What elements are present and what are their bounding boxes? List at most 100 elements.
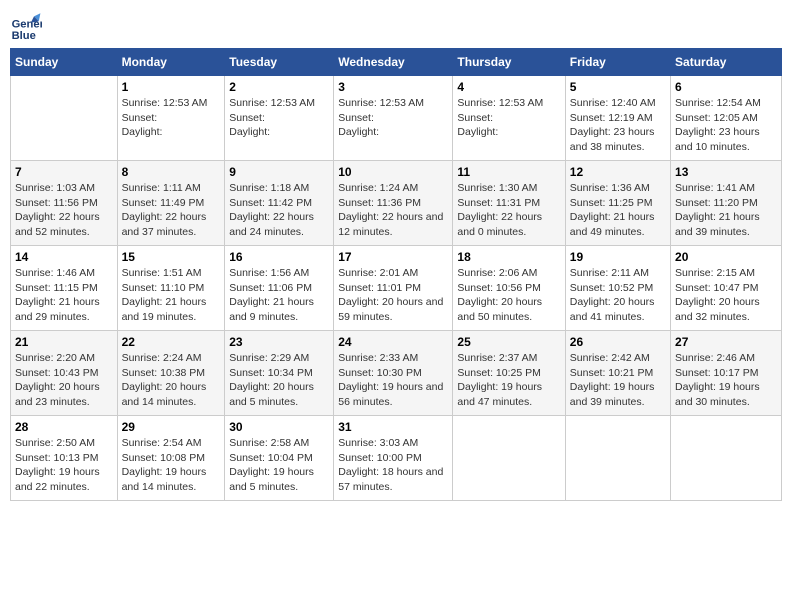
day-number: 19 [570, 250, 666, 264]
day-header-tuesday: Tuesday [225, 49, 334, 76]
day-info: Sunrise: 12:53 AM Sunset: Daylight: [229, 96, 329, 140]
day-info: Sunrise: 12:40 AM Sunset: 12:19 AM Dayli… [570, 96, 666, 155]
day-number: 12 [570, 165, 666, 179]
day-number: 20 [675, 250, 777, 264]
day-info: Sunrise: 2:29 AM Sunset: 10:34 PM Daylig… [229, 351, 329, 410]
days-header-row: SundayMondayTuesdayWednesdayThursdayFrid… [11, 49, 782, 76]
calendar-table: SundayMondayTuesdayWednesdayThursdayFrid… [10, 48, 782, 501]
day-info: Sunrise: 12:53 AM Sunset: Daylight: [122, 96, 221, 140]
day-info: Sunrise: 2:46 AM Sunset: 10:17 PM Daylig… [675, 351, 777, 410]
day-cell: 7Sunrise: 1:03 AM Sunset: 11:56 PM Dayli… [11, 161, 118, 246]
day-info: Sunrise: 1:03 AM Sunset: 11:56 PM Daylig… [15, 181, 113, 240]
day-info: Sunrise: 1:18 AM Sunset: 11:42 PM Daylig… [229, 181, 329, 240]
day-info: Sunrise: 1:51 AM Sunset: 11:10 PM Daylig… [122, 266, 221, 325]
day-cell: 24Sunrise: 2:33 AM Sunset: 10:30 PM Dayl… [334, 331, 453, 416]
day-cell: 6 Sunrise: 12:54 AM Sunset: 12:05 AM Dayl… [671, 76, 782, 161]
day-info: Sunrise: 12:53 AM Sunset: Daylight: [457, 96, 560, 140]
day-cell: 1 Sunrise: 12:53 AM Sunset: Daylight: [117, 76, 225, 161]
day-number: 22 [122, 335, 221, 349]
day-cell: 4 Sunrise: 12:53 AM Sunset: Daylight: [453, 76, 565, 161]
svg-text:Blue: Blue [12, 30, 36, 42]
page-header: General Blue [10, 10, 782, 42]
logo: General Blue [10, 10, 46, 42]
day-cell: 15 Sunrise: 1:51 AM Sunset: 11:10 PM Dayl… [117, 246, 225, 331]
day-info: Sunrise: 1:11 AM Sunset: 11:49 PM Daylig… [122, 181, 221, 240]
day-cell: 10 Sunrise: 1:24 AM Sunset: 11:36 PM Dayl… [334, 161, 453, 246]
day-info: Sunrise: 2:20 AM Sunset: 10:43 PM Daylig… [15, 351, 113, 410]
day-info: Sunrise: 1:56 AM Sunset: 11:06 PM Daylig… [229, 266, 329, 325]
day-cell: 2Sunrise: 12:53 AM Sunset: Daylight: [225, 76, 334, 161]
day-number: 9 [229, 165, 329, 179]
day-number: 4 [457, 80, 560, 94]
day-number: 13 [675, 165, 777, 179]
day-number: 8 [122, 165, 221, 179]
day-cell: 8 Sunrise: 1:11 AM Sunset: 11:49 PM Dayli… [117, 161, 225, 246]
week-row-4: 21 Sunrise: 2:20 AM Sunset: 10:43 PM Dayl… [11, 331, 782, 416]
day-cell: 29 Sunrise: 2:54 AM Sunset: 10:08 PM Dayl… [117, 416, 225, 501]
day-info: Sunrise: 2:24 AM Sunset: 10:38 PM Daylig… [122, 351, 221, 410]
day-info: Sunrise: 2:50 AM Sunset: 10:13 PM Daylig… [15, 436, 113, 495]
day-number: 10 [338, 165, 448, 179]
week-row-1: 1 Sunrise: 12:53 AM Sunset: Daylight: 2Su… [11, 76, 782, 161]
day-cell: 12Sunrise: 1:36 AM Sunset: 11:25 PM Dayl… [565, 161, 670, 246]
day-number: 30 [229, 420, 329, 434]
day-cell [11, 76, 118, 161]
day-cell: 16 Sunrise: 1:56 AM Sunset: 11:06 PM Dayl… [225, 246, 334, 331]
day-cell: 18Sunrise: 2:06 AM Sunset: 10:56 PM Dayl… [453, 246, 565, 331]
day-cell: 5 Sunrise: 12:40 AM Sunset: 12:19 AM Dayl… [565, 76, 670, 161]
day-number: 15 [122, 250, 221, 264]
day-number: 16 [229, 250, 329, 264]
day-cell [671, 416, 782, 501]
day-cell [453, 416, 565, 501]
day-cell: 13 Sunrise: 1:41 AM Sunset: 11:20 PM Dayl… [671, 161, 782, 246]
week-row-5: 28 Sunrise: 2:50 AM Sunset: 10:13 PM Dayl… [11, 416, 782, 501]
day-info: Sunrise: 2:01 AM Sunset: 11:01 PM Daylig… [338, 266, 448, 325]
day-header-saturday: Saturday [671, 49, 782, 76]
day-cell: 25Sunrise: 2:37 AM Sunset: 10:25 PM Dayl… [453, 331, 565, 416]
day-info: Sunrise: 2:06 AM Sunset: 10:56 PM Daylig… [457, 266, 560, 325]
day-info: Sunrise: 2:15 AM Sunset: 10:47 PM Daylig… [675, 266, 777, 325]
day-number: 21 [15, 335, 113, 349]
logo-icon: General Blue [10, 10, 42, 42]
day-number: 6 [675, 80, 777, 94]
day-cell: 26 Sunrise: 2:42 AM Sunset: 10:21 PM Dayl… [565, 331, 670, 416]
day-info: Sunrise: 1:46 AM Sunset: 11:15 PM Daylig… [15, 266, 113, 325]
day-number: 26 [570, 335, 666, 349]
day-header-friday: Friday [565, 49, 670, 76]
day-number: 24 [338, 335, 448, 349]
day-cell: 31 Sunrise: 3:03 AM Sunset: 10:00 PM Dayl… [334, 416, 453, 501]
day-info: Sunrise: 1:24 AM Sunset: 11:36 PM Daylig… [338, 181, 448, 240]
day-cell: 20 Sunrise: 2:15 AM Sunset: 10:47 PM Dayl… [671, 246, 782, 331]
day-cell: 9 Sunrise: 1:18 AM Sunset: 11:42 PM Dayli… [225, 161, 334, 246]
day-number: 27 [675, 335, 777, 349]
day-number: 17 [338, 250, 448, 264]
day-cell: 22 Sunrise: 2:24 AM Sunset: 10:38 PM Dayl… [117, 331, 225, 416]
day-number: 14 [15, 250, 113, 264]
day-header-sunday: Sunday [11, 49, 118, 76]
day-number: 3 [338, 80, 448, 94]
day-number: 1 [122, 80, 221, 94]
day-info: Sunrise: 1:41 AM Sunset: 11:20 PM Daylig… [675, 181, 777, 240]
day-info: Sunrise: 12:53 AM Sunset: Daylight: [338, 96, 448, 140]
week-row-2: 7Sunrise: 1:03 AM Sunset: 11:56 PM Dayli… [11, 161, 782, 246]
day-number: 28 [15, 420, 113, 434]
day-number: 29 [122, 420, 221, 434]
day-number: 31 [338, 420, 448, 434]
day-cell: 30 Sunrise: 2:58 AM Sunset: 10:04 PM Dayl… [225, 416, 334, 501]
day-cell: 23 Sunrise: 2:29 AM Sunset: 10:34 PM Dayl… [225, 331, 334, 416]
day-info: Sunrise: 2:58 AM Sunset: 10:04 PM Daylig… [229, 436, 329, 495]
day-info: Sunrise: 2:11 AM Sunset: 10:52 PM Daylig… [570, 266, 666, 325]
day-info: Sunrise: 2:54 AM Sunset: 10:08 PM Daylig… [122, 436, 221, 495]
day-info: Sunrise: 2:37 AM Sunset: 10:25 PM Daylig… [457, 351, 560, 410]
day-cell: 28 Sunrise: 2:50 AM Sunset: 10:13 PM Dayl… [11, 416, 118, 501]
day-info: Sunrise: 2:42 AM Sunset: 10:21 PM Daylig… [570, 351, 666, 410]
day-number: 23 [229, 335, 329, 349]
day-header-thursday: Thursday [453, 49, 565, 76]
day-number: 5 [570, 80, 666, 94]
day-header-monday: Monday [117, 49, 225, 76]
day-info: Sunrise: 3:03 AM Sunset: 10:00 PM Daylig… [338, 436, 448, 495]
day-cell: 14 Sunrise: 1:46 AM Sunset: 11:15 PM Dayl… [11, 246, 118, 331]
day-cell: 17 Sunrise: 2:01 AM Sunset: 11:01 PM Dayl… [334, 246, 453, 331]
day-info: Sunrise: 12:54 AM Sunset: 12:05 AM Dayli… [675, 96, 777, 155]
day-number: 11 [457, 165, 560, 179]
